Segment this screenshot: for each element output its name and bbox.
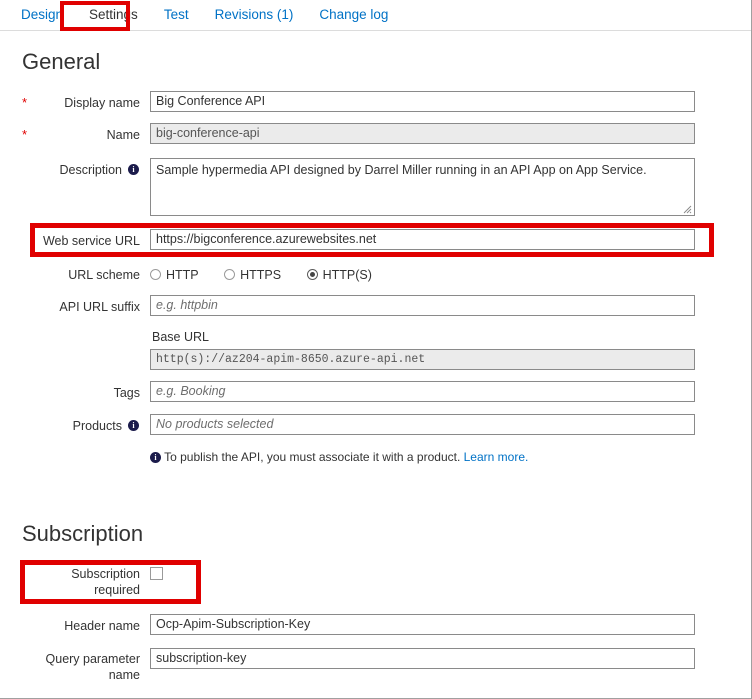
products-input[interactable]: No products selected xyxy=(150,414,695,435)
api-url-suffix-label: API URL suffix xyxy=(59,300,140,314)
api-url-suffix-input[interactable]: e.g. httpbin xyxy=(150,295,695,316)
radio-label-http-s: HTTP(S) xyxy=(322,268,372,282)
tab-bar: Design Settings Test Revisions (1) Chang… xyxy=(0,0,751,31)
description-text: Sample hypermedia API designed by Darrel… xyxy=(156,163,647,177)
radio-http-s[interactable]: HTTP(S) xyxy=(306,267,372,283)
tab-design[interactable]: Design xyxy=(8,0,76,30)
info-icon-description: i xyxy=(128,164,139,175)
radio-https[interactable]: HTTPS xyxy=(224,267,281,283)
display-name-label: Display name xyxy=(64,96,140,110)
tab-change-log[interactable]: Change log xyxy=(306,0,401,30)
tab-settings[interactable]: Settings xyxy=(76,0,151,30)
radio-label-https: HTTPS xyxy=(240,268,282,282)
description-textarea[interactable]: Sample hypermedia API designed by Darrel… xyxy=(150,158,695,216)
header-name-label: Header name xyxy=(64,619,140,633)
name-label: Name xyxy=(106,128,140,142)
radio-label-http: HTTP xyxy=(166,268,199,282)
header-name-input[interactable]: Ocp-Apim-Subscription-Key xyxy=(150,614,695,635)
tags-input[interactable]: e.g. Booking xyxy=(150,381,695,402)
web-service-url-label: Web service URL xyxy=(42,234,140,248)
query-parameter-name-label: Query parameter name xyxy=(10,651,140,683)
query-parameter-name-label-line2: name xyxy=(108,668,140,682)
description-label: Description xyxy=(59,163,122,177)
products-label: Products xyxy=(72,419,122,433)
subscription-required-label-line1: Subscription xyxy=(71,567,140,581)
learn-more-link[interactable]: Learn more. xyxy=(464,450,529,464)
radio-dot-http xyxy=(150,269,161,280)
radio-http[interactable]: HTTP xyxy=(150,267,199,283)
api-settings-page: Design Settings Test Revisions (1) Chang… xyxy=(0,0,752,699)
name-input: big-conference-api xyxy=(150,123,695,144)
tab-revisions[interactable]: Revisions (1) xyxy=(202,0,307,30)
settings-content: General * Display name Big Conference AP… xyxy=(0,31,750,697)
url-scheme-label: URL scheme xyxy=(68,268,140,282)
info-icon-products-note: i xyxy=(150,452,161,463)
display-name-input[interactable]: Big Conference API xyxy=(150,91,695,112)
products-note-text: To publish the API, you must associate i… xyxy=(164,450,461,464)
tab-test[interactable]: Test xyxy=(151,0,202,30)
subscription-required-label: Subscription required xyxy=(20,566,140,598)
resize-grip-icon[interactable] xyxy=(683,205,692,214)
subscription-required-label-line2: required xyxy=(94,583,140,597)
subscription-section-heading: Subscription xyxy=(22,521,144,546)
info-icon-products: i xyxy=(128,420,139,431)
query-parameter-name-input[interactable]: subscription-key xyxy=(150,648,695,669)
general-section-heading: General xyxy=(22,49,101,74)
query-parameter-name-label-line1: Query parameter xyxy=(45,652,140,666)
url-scheme-radio-group: HTTP HTTPS HTTP(S) xyxy=(150,267,394,283)
radio-dot-https xyxy=(224,269,236,280)
base-url-value: http(s)://az204-apim-8650.azure-api.net xyxy=(150,349,695,370)
base-url-label: Base URL xyxy=(152,330,209,344)
subscription-required-checkbox[interactable] xyxy=(150,567,163,580)
products-note: i To publish the API, you must associate… xyxy=(150,450,528,464)
web-service-url-input[interactable]: https://bigconference.azurewebsites.net xyxy=(150,229,695,250)
radio-dot-http-s xyxy=(306,269,318,280)
tags-label: Tags xyxy=(113,386,140,400)
